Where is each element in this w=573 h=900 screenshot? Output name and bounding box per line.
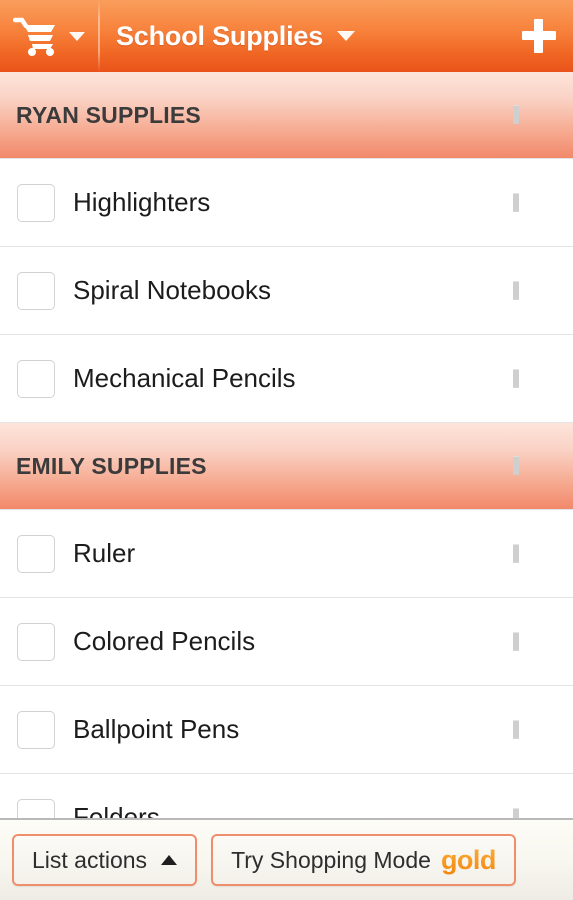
app-bar-separator [98, 0, 100, 72]
item-checkbox[interactable] [17, 798, 55, 818]
shopping-mode-label: Try Shopping Mode [231, 846, 431, 873]
section-header-emily-supplies[interactable]: EMILY SUPPLIES [0, 423, 573, 510]
cart-dropdown-button[interactable] [62, 0, 92, 72]
list-item-label: Highlighters [73, 187, 211, 217]
app-bar: School Supplies [0, 0, 573, 72]
gold-badge: gold [440, 844, 496, 875]
section-title: RYAN SUPPLIES [16, 101, 201, 128]
drag-handle-icon[interactable] [513, 543, 557, 563]
shopping-cart-icon [13, 17, 55, 56]
plus-icon [522, 19, 556, 53]
drag-handle-icon[interactable] [513, 368, 557, 388]
list-title-dropdown[interactable]: School Supplies [108, 0, 505, 72]
page-title: School Supplies [116, 20, 324, 51]
list-item-label: Ballpoint Pens [73, 714, 240, 744]
list-actions-label: List actions [32, 846, 148, 873]
list-item-label: Spiral Notebooks [73, 275, 271, 305]
drag-handle-icon[interactable] [513, 807, 557, 818]
chevron-down-icon [69, 31, 85, 41]
section-header-ryan-supplies[interactable]: RYAN SUPPLIES [0, 72, 573, 159]
list-item-label: Ruler [73, 538, 136, 568]
list-item-label: Colored Pencils [73, 626, 256, 656]
caret-up-icon [161, 855, 178, 865]
drag-handle-icon[interactable] [513, 719, 557, 739]
list-container[interactable]: RYAN SUPPLIES Highlighters Spiral Notebo… [0, 72, 573, 818]
list-item[interactable]: Highlighters [0, 159, 573, 247]
item-checkbox[interactable] [17, 710, 55, 749]
drag-handle-icon[interactable] [513, 631, 557, 651]
item-checkbox[interactable] [17, 359, 55, 398]
bottom-action-bar: List actions Try Shopping Mode gold [0, 818, 573, 900]
list-item[interactable]: Ruler [0, 510, 573, 598]
list-actions-button[interactable]: List actions [12, 834, 198, 886]
drag-handle-icon[interactable] [513, 456, 557, 475]
drag-handle-icon[interactable] [513, 192, 557, 212]
chevron-down-icon [337, 31, 356, 41]
try-shopping-mode-button[interactable]: Try Shopping Mode gold [211, 834, 516, 886]
item-checkbox[interactable] [17, 622, 55, 661]
drag-handle-icon[interactable] [513, 280, 557, 300]
drag-handle-icon[interactable] [513, 105, 557, 124]
list-item-label: Mechanical Pencils [73, 363, 296, 393]
add-item-button[interactable] [505, 0, 573, 72]
list-item[interactable]: Spiral Notebooks [0, 247, 573, 335]
list-item[interactable]: Colored Pencils [0, 598, 573, 686]
item-checkbox[interactable] [17, 534, 55, 573]
list-item[interactable]: Folders [0, 774, 573, 818]
section-title: EMILY SUPPLIES [16, 452, 207, 479]
shopping-cart-button[interactable] [0, 0, 62, 72]
list-item[interactable]: Ballpoint Pens [0, 686, 573, 774]
item-checkbox[interactable] [17, 183, 55, 222]
item-checkbox[interactable] [17, 271, 55, 310]
list-item-label: Folders [73, 802, 160, 818]
list-item[interactable]: Mechanical Pencils [0, 335, 573, 423]
